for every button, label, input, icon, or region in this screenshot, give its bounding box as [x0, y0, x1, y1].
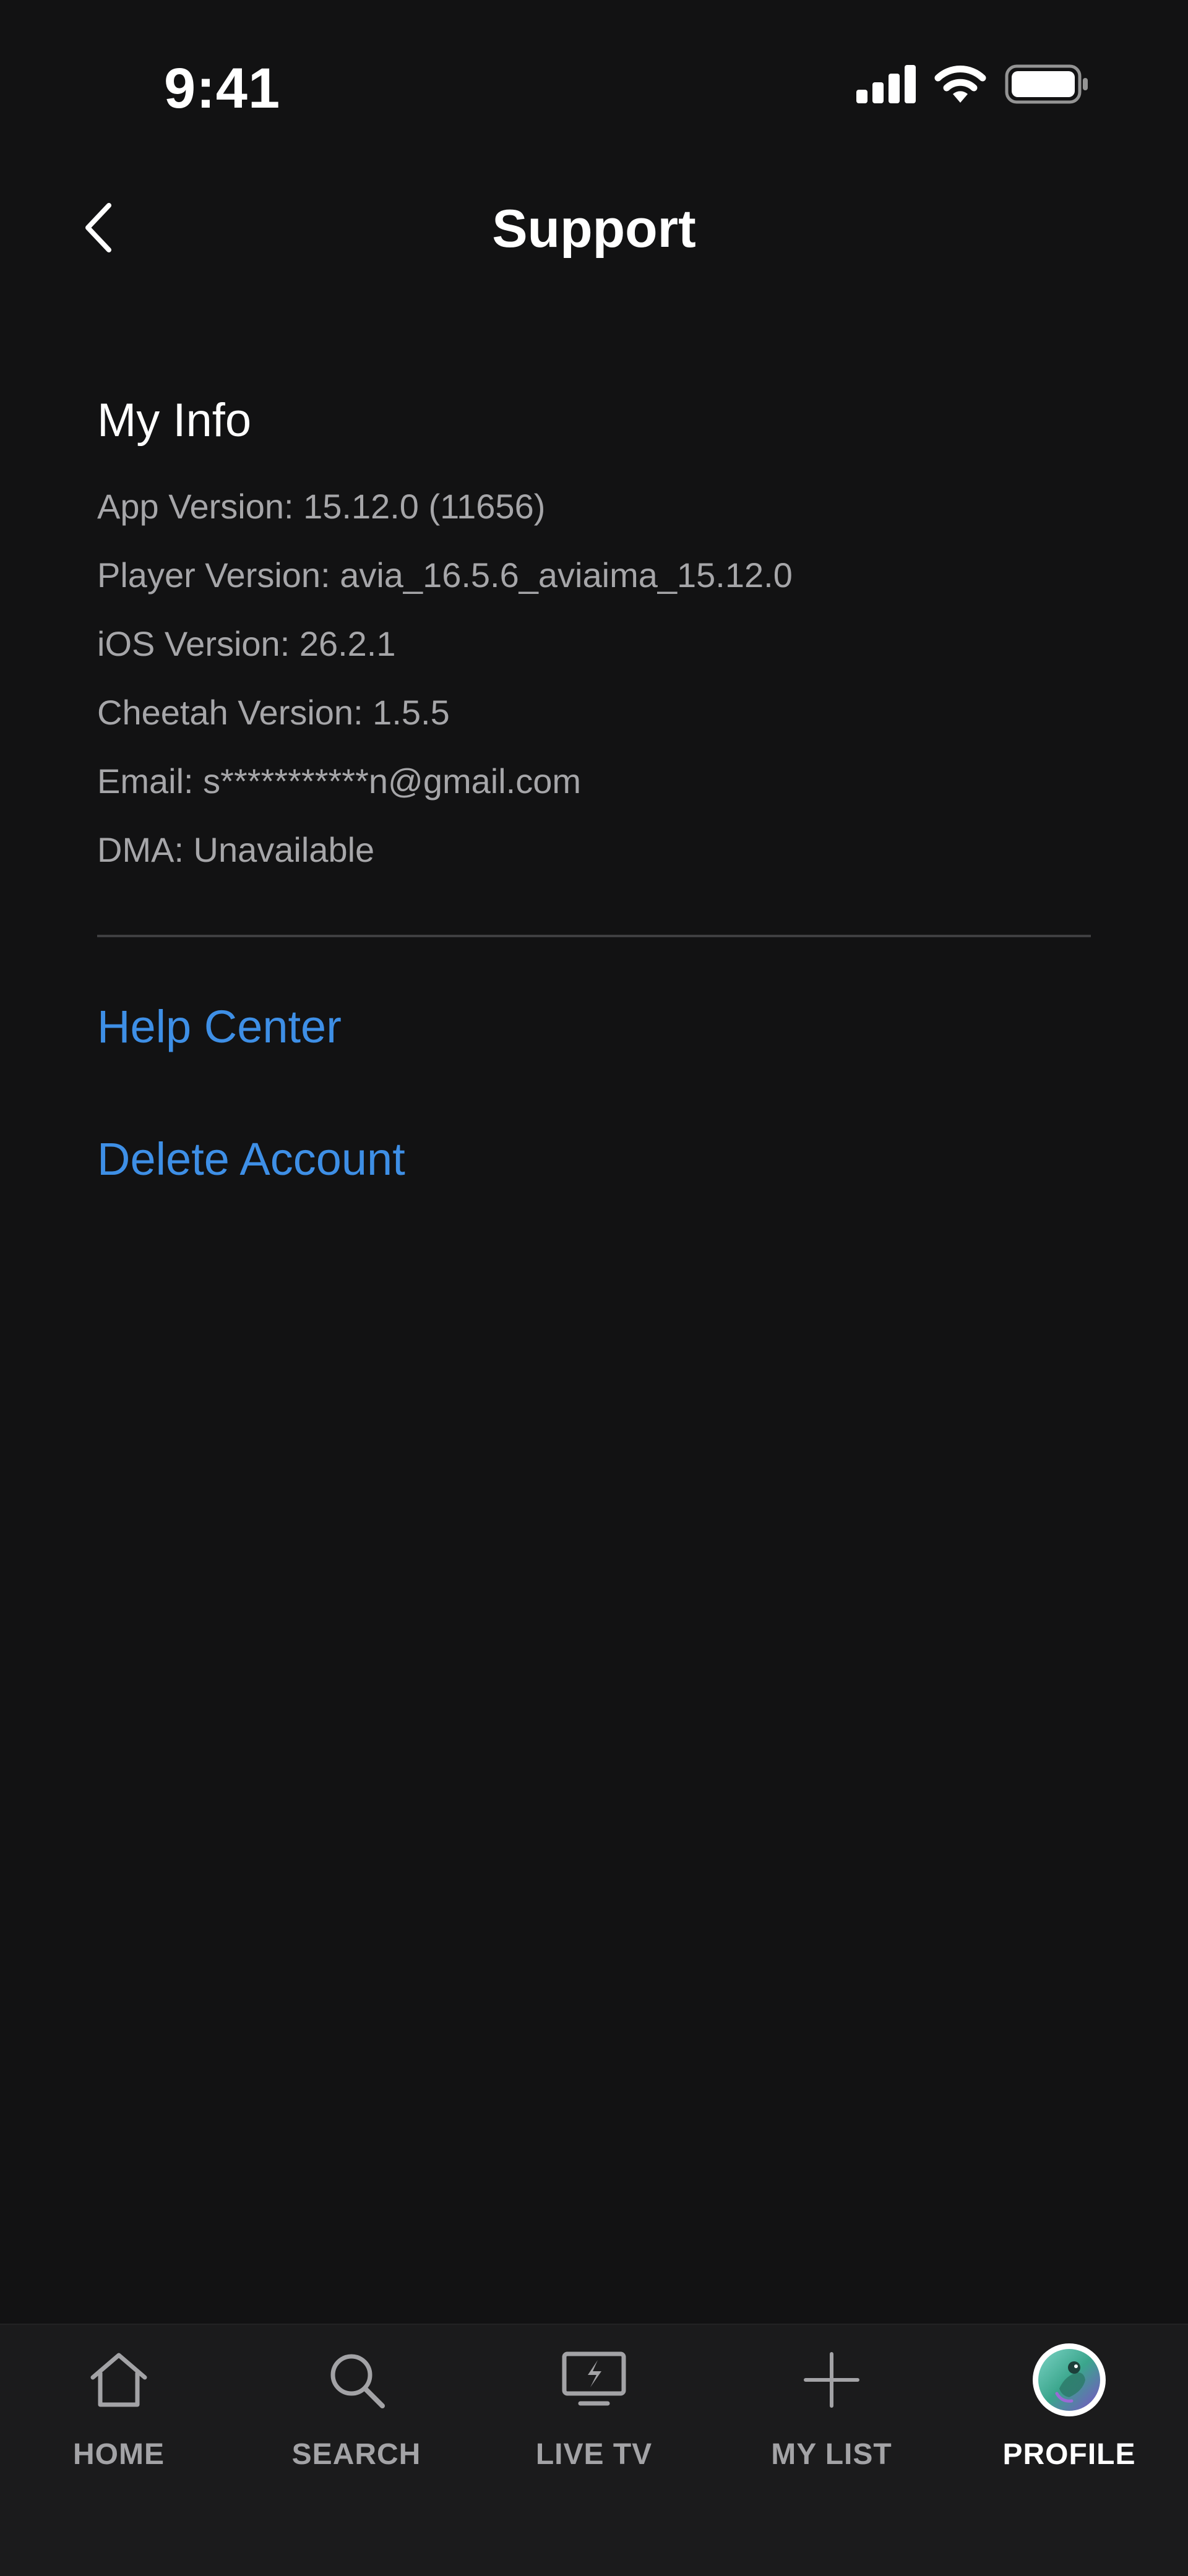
email-text: Email: s***********n@gmail.com	[97, 762, 582, 801]
home-icon	[0, 2340, 238, 2420]
status-time: 9:41	[164, 57, 281, 120]
section-heading: My Info	[97, 394, 252, 447]
tab-label: PROFILE	[1002, 2438, 1136, 2471]
status-icons	[856, 64, 1089, 107]
tab-home[interactable]: HOME	[0, 2325, 238, 2510]
profile-avatar-icon	[1033, 2343, 1106, 2416]
battery-icon	[1005, 64, 1089, 107]
player-version-text: Player Version: avia_16.5.6_aviaima_15.1…	[97, 556, 793, 595]
section-divider	[97, 935, 1091, 937]
page-title: Support	[492, 199, 696, 259]
nav-header: Support	[0, 186, 1188, 272]
app-version-text: App Version: 15.12.0 (11656)	[97, 487, 546, 526]
tab-profile[interactable]: PROFILE	[950, 2325, 1188, 2510]
search-icon	[238, 2340, 475, 2420]
status-bar: 9:41	[0, 0, 1188, 173]
tab-my-list[interactable]: MY LIST	[713, 2325, 950, 2510]
tab-label: MY LIST	[771, 2438, 892, 2471]
cheetah-version-text: Cheetah Version: 1.5.5	[97, 693, 450, 732]
bottom-tab-bar: HOME SEARCH LIVE TV MY LIST PROFILE	[0, 2324, 1188, 2576]
tab-label: LIVE TV	[535, 2438, 653, 2471]
live-tv-icon	[475, 2340, 713, 2420]
help-center-link[interactable]: Help Center	[97, 996, 342, 1058]
wifi-icon	[933, 64, 988, 107]
tab-label: HOME	[73, 2438, 165, 2471]
delete-account-link[interactable]: Delete Account	[97, 1128, 405, 1190]
cellular-signal-icon	[856, 65, 916, 106]
tab-search[interactable]: SEARCH	[238, 2325, 475, 2510]
plus-icon	[713, 2340, 950, 2420]
tab-live-tv[interactable]: LIVE TV	[475, 2325, 713, 2510]
tab-label: SEARCH	[291, 2438, 421, 2471]
my-info-section: My Info App Version: 15.12.0 (11656) Pla…	[97, 387, 1091, 884]
ios-version-text: iOS Version: 26.2.1	[97, 624, 396, 663]
dma-text: DMA: Unavailable	[97, 830, 375, 869]
